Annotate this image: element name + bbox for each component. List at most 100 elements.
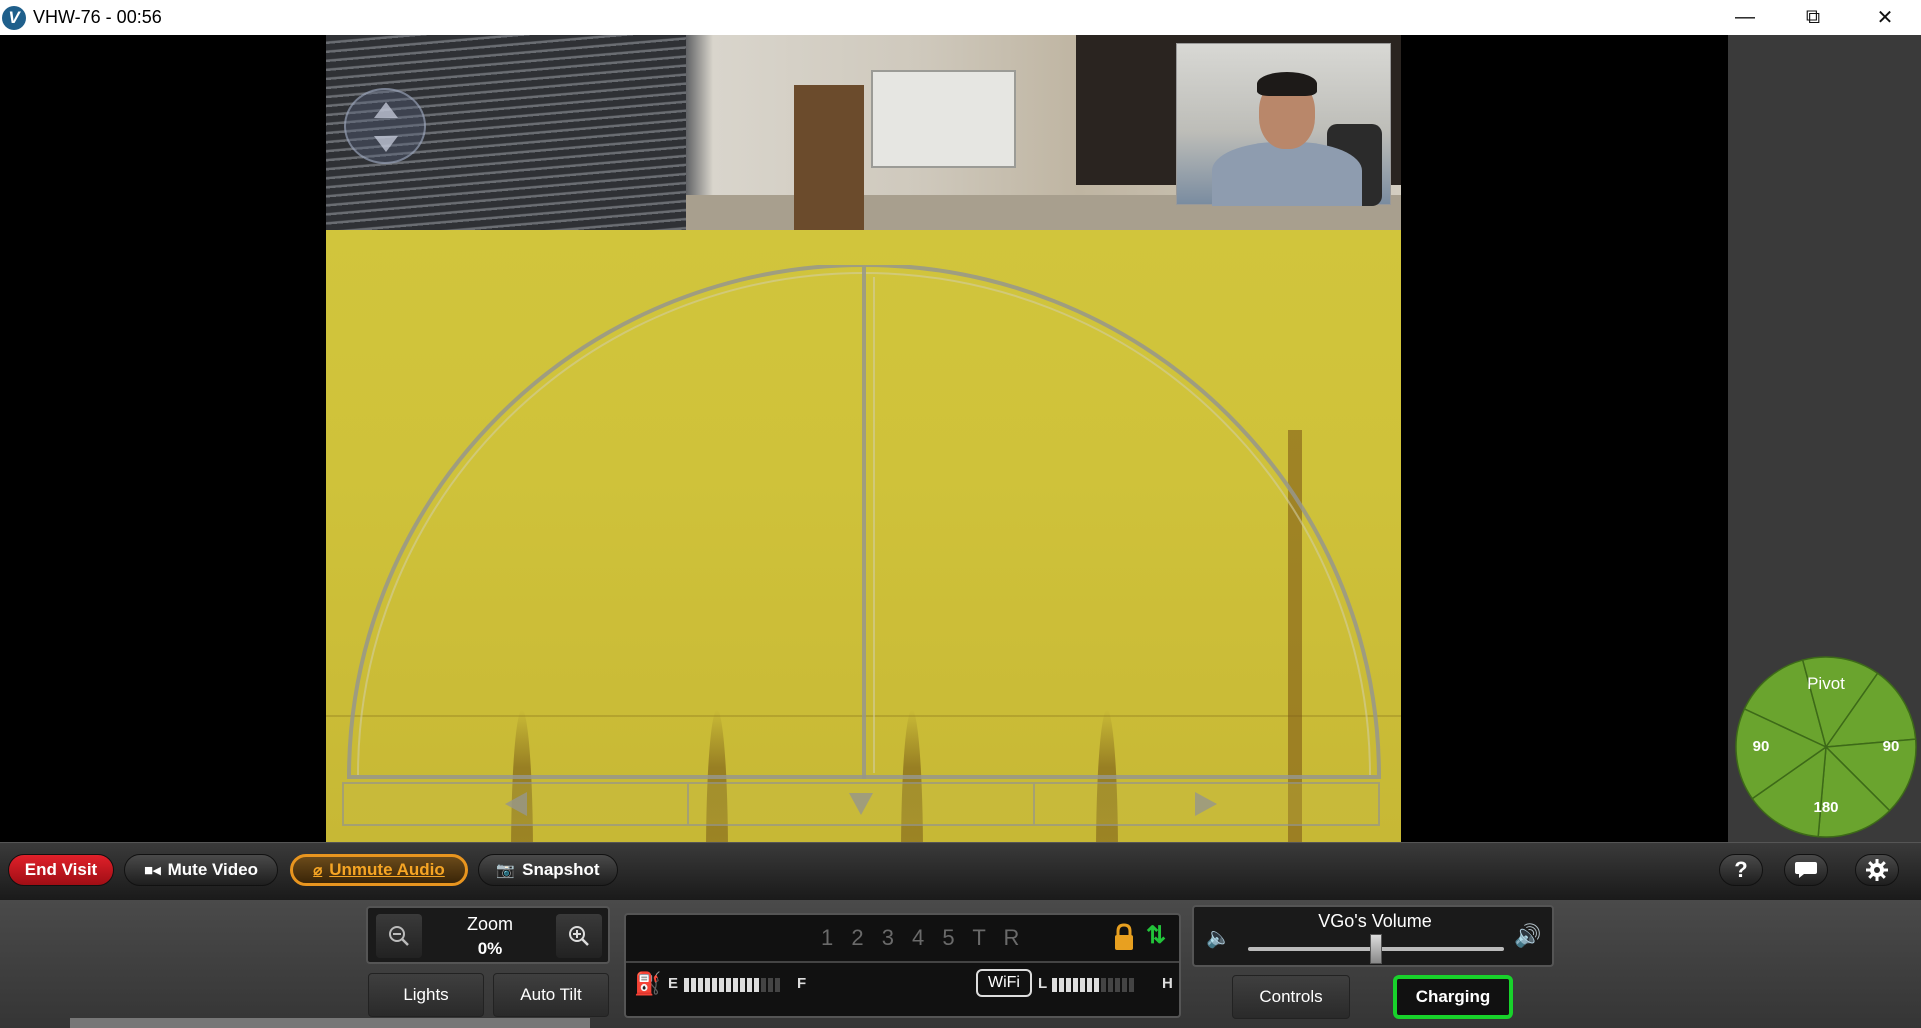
unmute-audio-label: Unmute Audio [329, 860, 445, 879]
mute-video-button[interactable]: ■◂ Mute Video [124, 854, 278, 886]
meter-bar [1052, 978, 1057, 992]
pivot-right-90[interactable]: 90 [1883, 738, 1900, 755]
volume-label: VGo's Volume [1318, 911, 1432, 931]
controls-button[interactable]: Controls [1232, 975, 1350, 1019]
meter-bar [740, 978, 745, 992]
wifi-high-label: H [1162, 975, 1173, 992]
meter-bar [1115, 978, 1120, 992]
meter-bar [1101, 978, 1106, 992]
help-icon: ? [1734, 857, 1748, 882]
lock-icon[interactable] [1113, 923, 1135, 951]
meter-bar [754, 978, 759, 992]
app-logo-icon: V [2, 5, 26, 30]
lights-button[interactable]: Lights [368, 973, 484, 1017]
robot-status-panel: 1 2 3 4 5 T R ⇅ ⛽ E F WiFi L H [624, 913, 1181, 1018]
volume-slider[interactable] [1248, 934, 1504, 964]
meter-bar [719, 978, 724, 992]
pivot-180[interactable]: 180 [1813, 799, 1838, 816]
zoom-out-icon [389, 926, 409, 946]
arrow-left-icon [504, 792, 527, 816]
meter-bar [1094, 978, 1099, 992]
lights-label: Lights [403, 985, 449, 1004]
window-title: VHW-76 - 00:56 [33, 7, 162, 27]
meter-bar [705, 978, 710, 992]
settings-button[interactable] [1855, 854, 1899, 886]
turn-left-button[interactable] [344, 784, 690, 824]
meter-bar [691, 978, 696, 992]
arrow-down-icon [848, 793, 873, 815]
zoom-label: Zoom [466, 914, 513, 934]
pivot-control[interactable]: Pivot 90 90 180 [1726, 655, 1921, 845]
person-hair [1257, 72, 1317, 96]
zoom-value: 0% [477, 939, 503, 958]
title-bar: V VHW-76 - 00:56 — ⧉ ✕ [0, 0, 1921, 35]
meter-bar [726, 978, 731, 992]
wifi-badge: WiFi [976, 969, 1032, 997]
meter-bar [1073, 978, 1078, 992]
turn-right-button[interactable] [1034, 784, 1378, 824]
close-button[interactable]: ✕ [1850, 0, 1920, 35]
bottom-toolbar: End Visit ■◂ Mute Video ⌀ Unmute Audio 📷 Sn… [0, 842, 1921, 900]
zoom-out-button[interactable] [376, 914, 422, 958]
meter-bar [733, 978, 738, 992]
status-divider [626, 961, 1179, 963]
volume-high-icon[interactable]: 🔊 [1514, 923, 1541, 949]
pivot-left-90[interactable]: 90 [1753, 738, 1770, 755]
battery-empty-label: E [668, 975, 679, 992]
bottom-scroll-strip [70, 1018, 590, 1028]
tilt-down-icon[interactable] [374, 136, 398, 152]
microphone-muted-icon: ⌀ [313, 862, 323, 879]
reverse-button[interactable] [689, 784, 1035, 824]
meter-bar [1122, 978, 1127, 992]
drive-arc-icon[interactable] [344, 265, 1384, 785]
mute-video-label: Mute Video [167, 860, 258, 879]
minimize-button[interactable]: — [1710, 0, 1780, 35]
bookshelf [794, 85, 864, 230]
tilt-up-icon[interactable] [374, 102, 398, 118]
gear-indicator: 1 2 3 4 5 T R [821, 925, 1026, 950]
help-button[interactable]: ? [1719, 854, 1763, 886]
auto-tilt-label: Auto Tilt [520, 985, 582, 1004]
chat-icon [1795, 862, 1817, 878]
snapshot-button[interactable]: 📷 Snapshot [478, 854, 618, 886]
meter-bar [768, 978, 773, 992]
self-view-video[interactable] [1176, 43, 1391, 206]
meter-bar [1059, 978, 1064, 992]
zoom-control: Zoom 0% [366, 906, 610, 964]
meter-bar [1129, 978, 1134, 992]
wifi-meter [1052, 978, 1134, 992]
gear-icon [1866, 859, 1888, 881]
volume-control: 🔈 VGo's Volume 🔊 [1192, 905, 1554, 967]
volume-low-icon[interactable]: 🔈 [1206, 925, 1231, 950]
restore-button[interactable]: ⧉ [1778, 0, 1848, 35]
wifi-low-label: L [1038, 975, 1048, 992]
tilt-control-icon[interactable] [344, 88, 426, 164]
up-down-arrows-icon: ⇅ [1146, 922, 1167, 949]
meter-bar [1080, 978, 1085, 992]
chat-button[interactable] [1784, 854, 1828, 886]
pivot-label: Pivot [1807, 674, 1845, 693]
battery-full-label: F [797, 975, 807, 992]
arrow-right-icon [1195, 792, 1218, 816]
end-visit-button[interactable]: End Visit [8, 854, 114, 886]
meter-bar [1066, 978, 1071, 992]
meter-bar [1087, 978, 1092, 992]
zoom-in-button[interactable] [556, 914, 602, 958]
unmute-audio-button[interactable]: ⌀ Unmute Audio [290, 854, 468, 886]
end-visit-label: End Visit [24, 860, 98, 879]
meter-bar [698, 978, 703, 992]
meter-bar [775, 978, 780, 992]
auto-tilt-button[interactable]: Auto Tilt [493, 973, 609, 1017]
lower-control-panel: Zoom 0% Lights Auto Tilt 1 2 3 4 5 T R ⇅… [0, 900, 1921, 1028]
vgo-app-window: V VHW-76 - 00:56 — ⧉ ✕ Pivot 90 90 180 E… [0, 0, 1921, 1028]
zoom-in-icon [569, 926, 589, 946]
meter-bar [761, 978, 766, 992]
volume-slider-thumb[interactable] [1370, 934, 1382, 964]
drive-direction-bar[interactable] [342, 782, 1380, 826]
meter-bar [712, 978, 717, 992]
camera-icon: 📷 [496, 862, 516, 879]
meter-bar [747, 978, 752, 992]
meter-bar [1108, 978, 1113, 992]
person-body [1212, 142, 1362, 206]
charging-status-button[interactable]: Charging [1393, 975, 1513, 1019]
